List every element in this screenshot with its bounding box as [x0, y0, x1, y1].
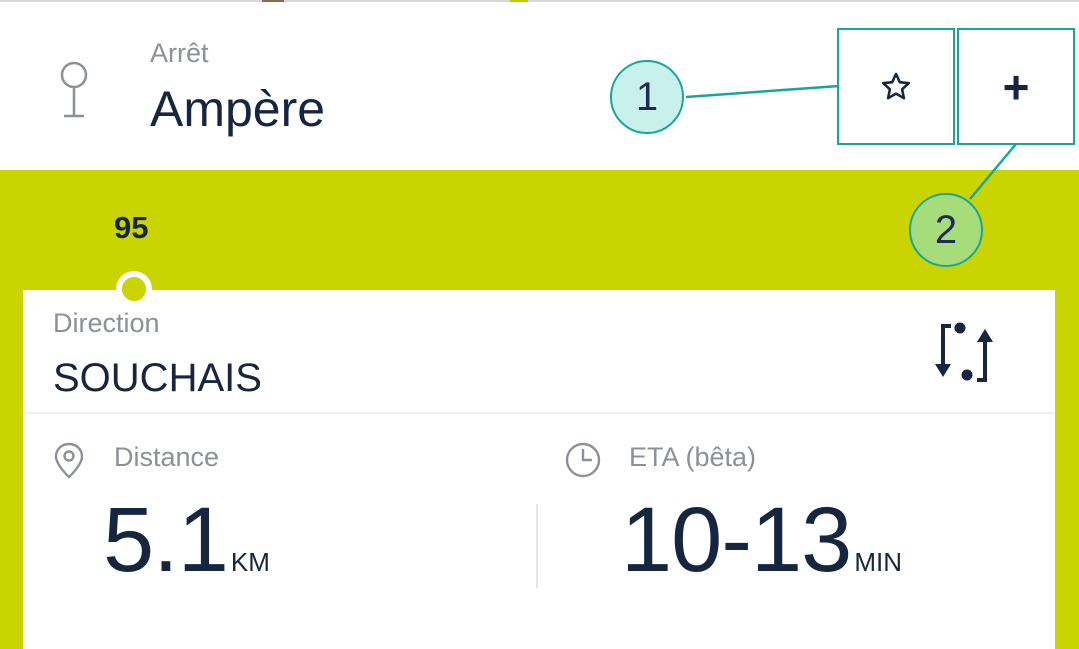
plus-icon: + [1002, 60, 1030, 113]
clock-icon [565, 442, 601, 478]
direction-label: Direction [53, 308, 160, 338]
eta-value: 10-13 MIN [621, 489, 902, 591]
route-stop-dot-fill [122, 277, 146, 301]
stop-pin-icon [60, 61, 88, 118]
eta-unit: MIN [854, 547, 902, 577]
distance-label: Distance [114, 442, 220, 472]
add-button[interactable]: + [957, 28, 1075, 145]
card-divider [23, 412, 1055, 414]
favorite-button[interactable] [837, 28, 955, 145]
callout-1-marker: 1 [610, 60, 684, 134]
distance-unit: KM [230, 547, 270, 577]
metric-separator [536, 504, 538, 588]
star-outline-icon [881, 72, 911, 99]
route-stop-dot [116, 271, 152, 307]
location-pin-icon [54, 442, 84, 479]
distance-value: 5.1 KM [103, 489, 270, 591]
eta-number: 10-13 [621, 489, 852, 591]
stop-name: Ampère [150, 81, 326, 137]
direction-card: Direction SOUCHAIS Distance ETA (bêta) 5… [23, 290, 1055, 649]
direction-name: SOUCHAIS [53, 356, 262, 400]
stop-header: Arrêt Ampère + [0, 2, 1079, 170]
swap-direction-icon[interactable] [930, 322, 1004, 384]
distance-number: 5.1 [103, 489, 229, 591]
route-number: 95 [114, 210, 149, 245]
stop-label: Arrêt [150, 38, 209, 68]
eta-label: ETA (bêta) [629, 442, 757, 472]
callout-2-marker: 2 [909, 193, 983, 267]
